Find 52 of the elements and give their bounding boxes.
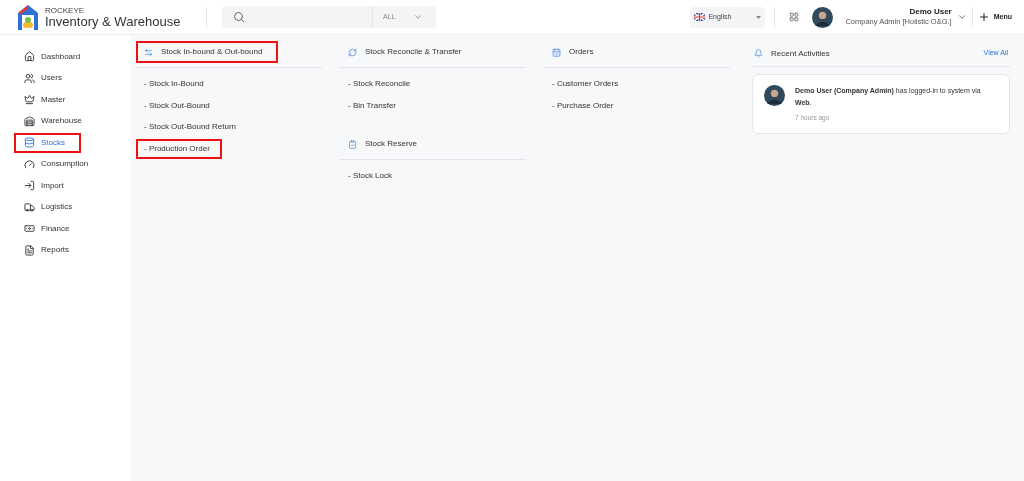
avatar xyxy=(764,85,785,106)
chevron-icon xyxy=(413,12,424,22)
refresh-icon xyxy=(348,47,357,57)
app-title: Inventory & Warehouse xyxy=(45,14,181,28)
submenu-link[interactable]: - Stock Lock xyxy=(340,166,400,186)
sidebar-item[interactable]: Finance xyxy=(14,219,86,239)
user-name: Demo User xyxy=(909,7,952,18)
stack-icon xyxy=(24,137,35,149)
chevron-icon[interactable] xyxy=(956,12,967,22)
caret-icon xyxy=(756,15,762,19)
logo-icon xyxy=(17,4,39,30)
sidebar-item[interactable]: Logistics xyxy=(14,197,89,217)
document-icon xyxy=(24,244,35,256)
users-icon xyxy=(24,72,35,84)
import-icon xyxy=(24,180,35,192)
plus-icon xyxy=(977,11,990,23)
submenu-link[interactable]: - Production Order xyxy=(136,138,222,159)
sidebar-item[interactable]: Warehouse xyxy=(14,111,98,131)
section-title: Stock In-bound & Out-bound xyxy=(136,41,279,63)
sidebar-item[interactable]: Master xyxy=(14,90,82,110)
sidebar-item[interactable]: Users xyxy=(14,68,78,88)
home-icon xyxy=(24,51,35,63)
submenu-link[interactable]: - Stock In-Bound xyxy=(136,74,212,94)
sidebar-item[interactable]: Stocks xyxy=(14,133,81,153)
submenu-link[interactable]: - Bin Transfer xyxy=(340,95,404,116)
sidebar-item[interactable]: Import xyxy=(14,176,80,196)
arrows-icon xyxy=(144,47,153,57)
section-title: Orders xyxy=(544,41,610,63)
bell-icon xyxy=(754,49,763,58)
flag-icon xyxy=(694,13,706,21)
submenu-link[interactable]: - Stock Reconcile xyxy=(340,74,419,94)
submenu-link[interactable]: - Stock Out-Bound xyxy=(136,95,218,116)
sidebar-item[interactable]: Reports xyxy=(14,240,85,260)
submenu-link[interactable]: - Purchase Order xyxy=(544,95,622,116)
brand-label: ROCKEYE xyxy=(45,6,86,15)
gauge-icon xyxy=(24,158,35,170)
apps-icon[interactable] xyxy=(789,12,800,22)
warehouse-icon xyxy=(24,115,35,127)
activities-title: Recent Activities xyxy=(771,47,830,60)
section-title: Stock Reserve xyxy=(340,133,434,155)
truck-icon xyxy=(24,201,35,213)
section-title: Stock Reconcile & Transfer xyxy=(340,41,478,63)
sidebar-item[interactable]: Consumption xyxy=(14,154,105,174)
avatar xyxy=(812,6,834,28)
clipboard-icon xyxy=(348,139,357,149)
sidebar-item[interactable]: Dashboard xyxy=(14,47,97,67)
search-icon xyxy=(233,11,245,23)
crown-icon xyxy=(24,94,35,106)
submenu-link[interactable]: - Stock Out-Bound Return xyxy=(136,117,245,137)
calendar-icon xyxy=(552,47,561,57)
banknote-icon xyxy=(24,223,35,235)
submenu-link[interactable]: - Customer Orders xyxy=(544,74,627,94)
